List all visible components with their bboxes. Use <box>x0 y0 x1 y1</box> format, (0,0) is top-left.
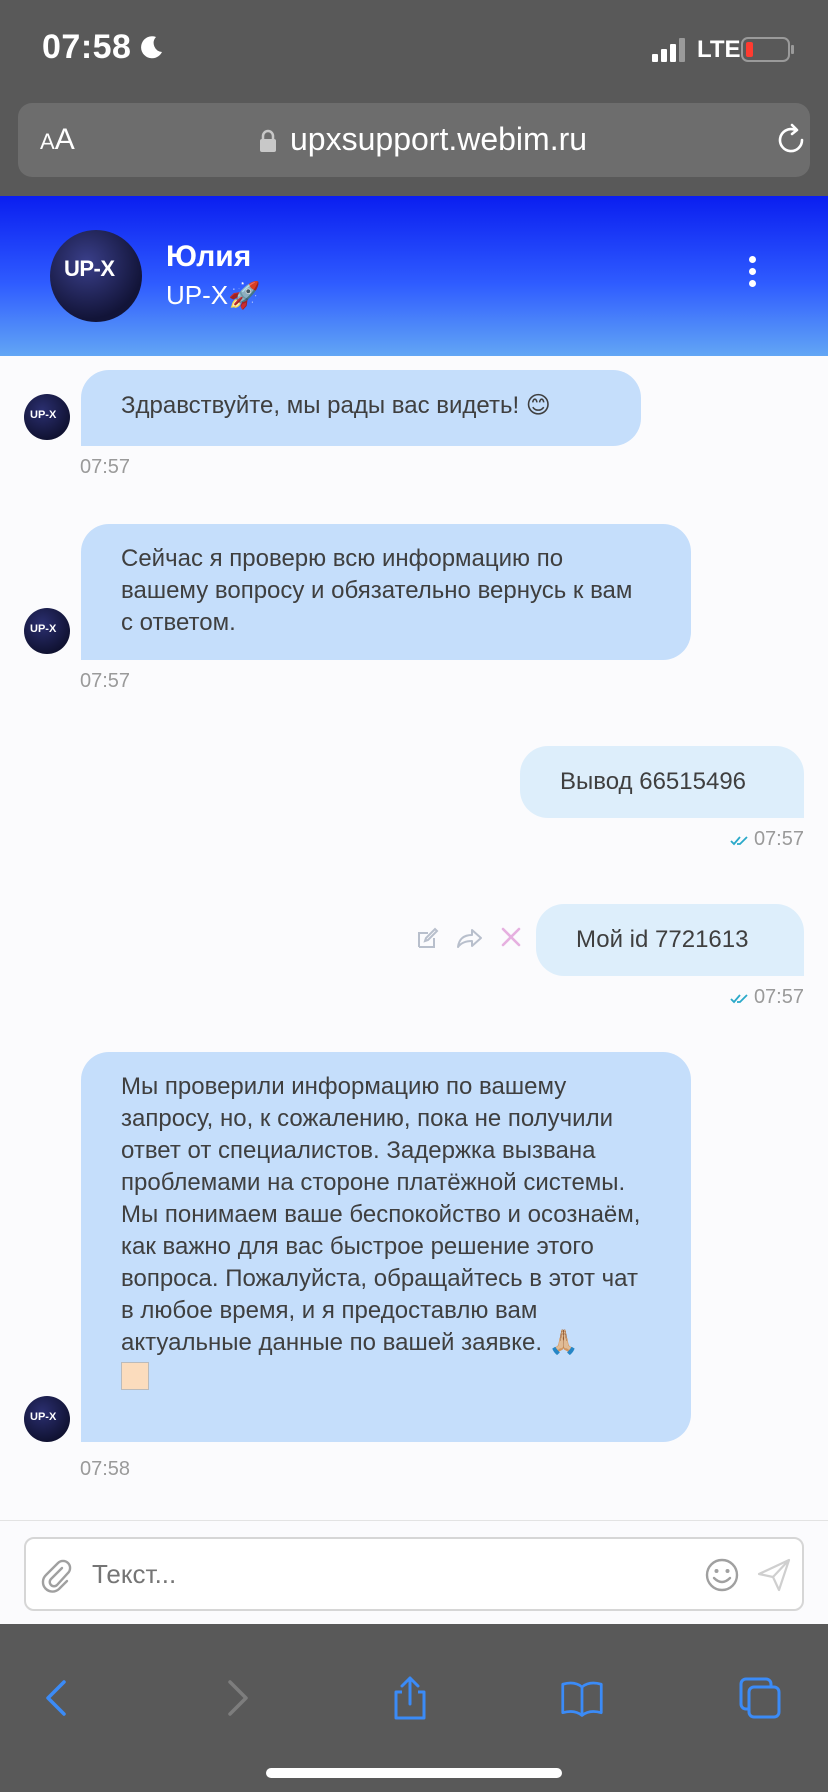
browser-toolbar <box>0 1624 828 1792</box>
message-time: 07:57 <box>753 828 804 850</box>
composer <box>0 1520 828 1624</box>
edit-icon[interactable] <box>416 926 440 950</box>
operator-avatar: UP-X <box>50 230 142 322</box>
bookmarks-icon[interactable] <box>560 1676 604 1720</box>
message-time: 07:57 <box>80 456 131 478</box>
avatar-logo: UP-X <box>64 256 115 281</box>
moon-icon <box>141 36 162 59</box>
user-message: Вывод 66515496 <box>520 746 804 818</box>
message-input[interactable] <box>92 1559 652 1590</box>
message-time-row: 07:57 <box>730 986 804 1009</box>
operator-message: Мы проверили информацию по вашему запрос… <box>81 1052 691 1442</box>
reload-icon[interactable] <box>774 123 808 157</box>
chat-header: UP-X Юлия UP-X🚀 <box>0 196 828 356</box>
address-bar[interactable]: AA upxsupport.webim.ru <box>18 103 810 177</box>
user-message: Мой id 7721613 <box>536 904 804 976</box>
operator-message-text: Мы проверили информацию по вашему запрос… <box>121 1073 641 1356</box>
battery-icon <box>741 37 794 62</box>
paperclip-icon[interactable] <box>40 1559 74 1593</box>
emoji-icon[interactable] <box>704 1557 740 1593</box>
back-icon[interactable] <box>36 1676 80 1720</box>
skin-tone-glyph <box>121 1361 149 1390</box>
forward-icon[interactable] <box>456 926 484 950</box>
more-icon[interactable] <box>746 256 758 292</box>
text-size-button[interactable]: AA <box>40 123 75 157</box>
read-ticks-icon <box>730 836 748 846</box>
delete-icon[interactable] <box>500 926 522 948</box>
operator-avatar-small: UP-X <box>24 608 70 654</box>
lock-icon <box>260 129 276 152</box>
operator-message: Здравствуйте, мы рады вас видеть! 😊 <box>81 370 641 446</box>
status-bar: 07:58 LTE <box>0 0 828 96</box>
operator-avatar-small: UP-X <box>24 394 70 440</box>
message-time: 07:57 <box>753 986 804 1008</box>
operator-subtitle: UP-X🚀 <box>166 280 261 310</box>
signal-icon <box>652 38 685 62</box>
operator-name: Юлия <box>166 240 252 273</box>
message-time: 07:58 <box>80 1458 131 1480</box>
read-ticks-icon <box>730 994 748 1004</box>
message-list[interactable]: UP-X Здравствуйте, мы рады вас видеть! 😊… <box>0 356 828 1520</box>
message-time-row: 07:57 <box>730 828 804 851</box>
operator-avatar-small: UP-X <box>24 1396 70 1442</box>
network-type: LTE <box>697 36 741 63</box>
message-input-box[interactable] <box>24 1537 804 1611</box>
url-text[interactable]: upxsupport.webim.ru <box>290 121 587 158</box>
home-indicator <box>266 1768 562 1778</box>
message-time: 07:57 <box>80 670 131 692</box>
status-time: 07:58 <box>42 28 132 66</box>
tabs-icon[interactable] <box>738 1676 782 1720</box>
share-icon[interactable] <box>388 1676 432 1720</box>
message-actions <box>416 924 524 954</box>
operator-message: Сейчас я проверю всю информацию по вашем… <box>81 524 691 660</box>
forward-nav-icon[interactable] <box>214 1676 258 1720</box>
send-icon[interactable] <box>756 1557 792 1593</box>
